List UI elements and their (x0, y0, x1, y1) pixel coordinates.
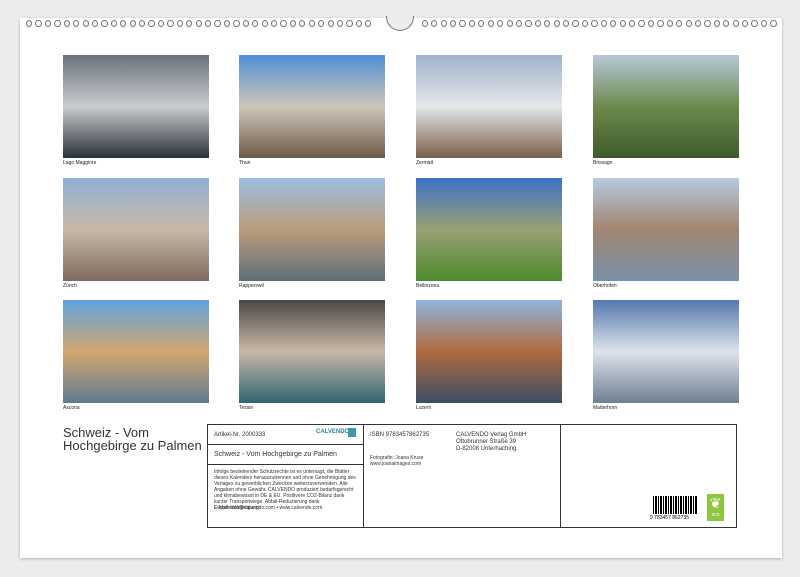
photo (416, 178, 562, 281)
photo (593, 178, 739, 281)
photo-caption: Matterhorn (593, 405, 617, 411)
barcode-number: 9 783457 862735 (650, 515, 689, 521)
photo-caption: Ascona (63, 405, 80, 411)
publisher-street: Ottobrunner Straße 39 (456, 439, 526, 446)
calendar-title: Schweiz - Vom Hochgebirge zu Palmen (63, 426, 203, 452)
photo (239, 178, 385, 281)
subtitle: Schweiz - Vom Hochgebirge zu Palmen (214, 451, 337, 458)
photo-caption: Rapperswil (239, 283, 264, 289)
photo-caption: Lago Maggiore (63, 160, 96, 166)
photo-caption: Bellinzona (416, 283, 439, 289)
photo-caption: Brissago (593, 160, 612, 166)
photo-caption: Luzern (416, 405, 431, 411)
publisher-city: D-82008 Unterhaching (456, 446, 526, 453)
calvendo-logo: CALVENDO (316, 429, 349, 435)
publisher-address: CALVENDO Verlag GmbH Ottobrunner Straße … (456, 432, 526, 453)
photo-caption: Oberhofen (593, 283, 617, 289)
photo-caption: Zermatt (416, 160, 433, 166)
article-number: Artikel-Nr. 2000333 (214, 432, 265, 438)
photo-caption: Zürich (63, 283, 77, 289)
barcode (653, 496, 697, 514)
contact-email: E-Mail: info@calvendo.com • www.calvendo… (214, 505, 322, 511)
photo (416, 55, 562, 158)
photo (239, 55, 385, 158)
photo (63, 300, 209, 403)
photo (416, 300, 562, 403)
photo (239, 300, 385, 403)
publisher-name: CALVENDO Verlag GmbH (456, 432, 526, 439)
photo (593, 300, 739, 403)
eco-label: eco (707, 512, 724, 518)
photo-caption: Thun (239, 160, 250, 166)
calvendo-logo-icon (348, 428, 356, 437)
photo (63, 178, 209, 281)
eco-leaf-icon: ❦eco (707, 494, 724, 521)
photographer-website: www.joanaimages.com (370, 461, 421, 467)
photo-caption: Tessin (239, 405, 253, 411)
isbn: ISBN 9783457862735 (370, 432, 429, 438)
photo (593, 55, 739, 158)
photo (63, 55, 209, 158)
